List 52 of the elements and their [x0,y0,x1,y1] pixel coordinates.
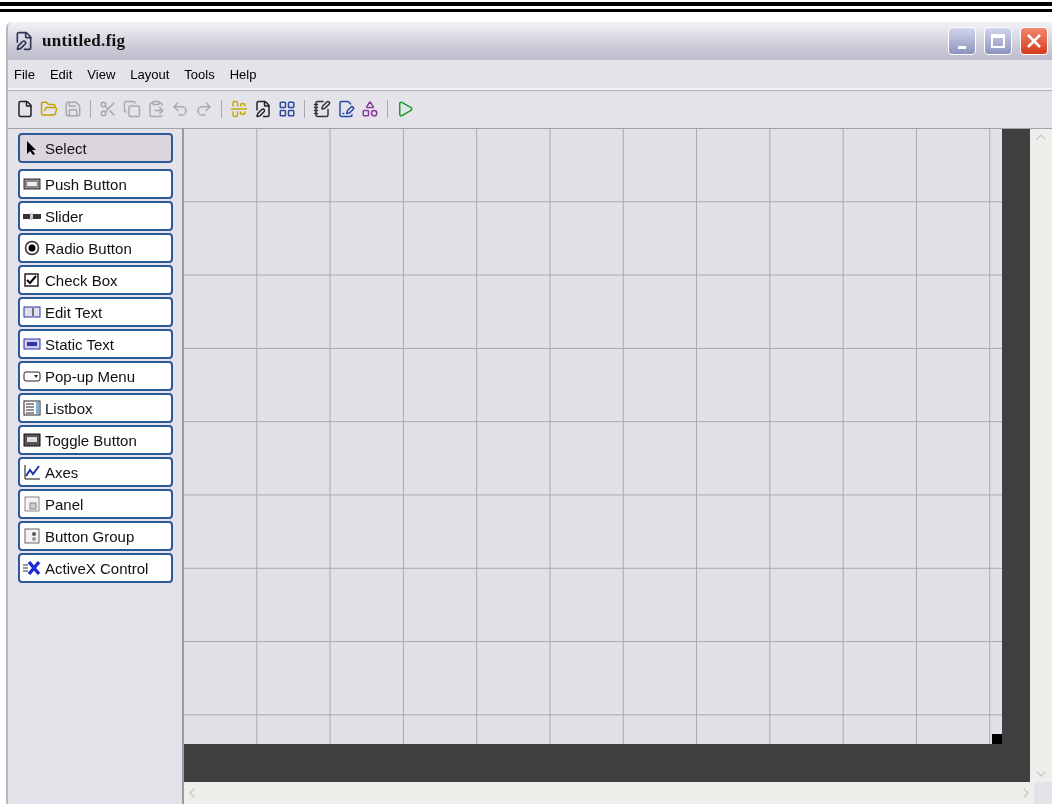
window-title: untitled.fig [42,31,127,51]
minimize-icon [958,45,966,49]
menu-item[interactable]: Help [229,66,257,82]
palette-button[interactable]: Listbox [18,393,173,423]
menu-item[interactable]: Tools [184,66,215,82]
palette-button[interactable]: Check Box [18,265,173,295]
horizontal-scrollbar[interactable] [184,782,1034,804]
chart-icon [23,464,41,480]
palette-button[interactable]: Edit Text [18,297,173,327]
list-icon [23,400,41,416]
palette-button[interactable]: Static Text [18,329,173,359]
align-icon[interactable] [230,100,248,118]
palette-button[interactable]: Button Group [18,521,173,551]
menu-item[interactable]: Edit [49,66,73,82]
grid-icon[interactable] [278,100,296,118]
palette-button[interactable]: Slider [18,201,173,231]
panel-icon [23,496,41,512]
palette-button[interactable]: ActiveX Control [18,553,173,583]
checkbox-icon [23,272,41,288]
folder-icon[interactable] [40,100,58,118]
toggle-icon [23,432,41,448]
palette-button[interactable]: Axes [18,457,173,487]
shapes-icon[interactable] [361,100,379,118]
figure-pencil-icon [14,31,34,51]
minimize-button[interactable] [948,27,976,55]
palette-button[interactable]: Radio Button [18,233,173,263]
palette-button[interactable]: Push Button [18,169,173,199]
palette-button[interactable]: Pop-up Menu [18,361,173,391]
vertical-scrollbar[interactable] [1030,129,1052,782]
file-icon[interactable] [16,100,34,118]
group-icon [23,528,41,544]
play-icon[interactable] [396,100,414,118]
dropdown-icon [23,368,41,384]
maximize-button[interactable] [984,27,1012,55]
palette-button[interactable]: Select [18,133,173,163]
close-icon [1026,33,1042,49]
static-field-icon [23,336,41,352]
notebook-pencil-icon[interactable] [313,100,331,118]
resize-handle[interactable] [992,734,1002,744]
edit-field-icon [23,304,41,320]
palette-button[interactable]: Panel [18,489,173,519]
document-pencil-icon[interactable] [254,100,272,118]
menu-item[interactable]: Layout [130,66,170,82]
menu-item[interactable]: View [87,66,116,82]
close-button[interactable] [1020,27,1048,55]
push-button-icon [23,176,41,192]
radio-icon [23,240,41,256]
palette-button[interactable]: Toggle Button [18,425,173,455]
document-pencil-icon[interactable] [337,100,355,118]
maximize-icon [991,34,1005,48]
menu-item[interactable]: File [14,66,35,82]
x-mark-icon [23,560,41,576]
